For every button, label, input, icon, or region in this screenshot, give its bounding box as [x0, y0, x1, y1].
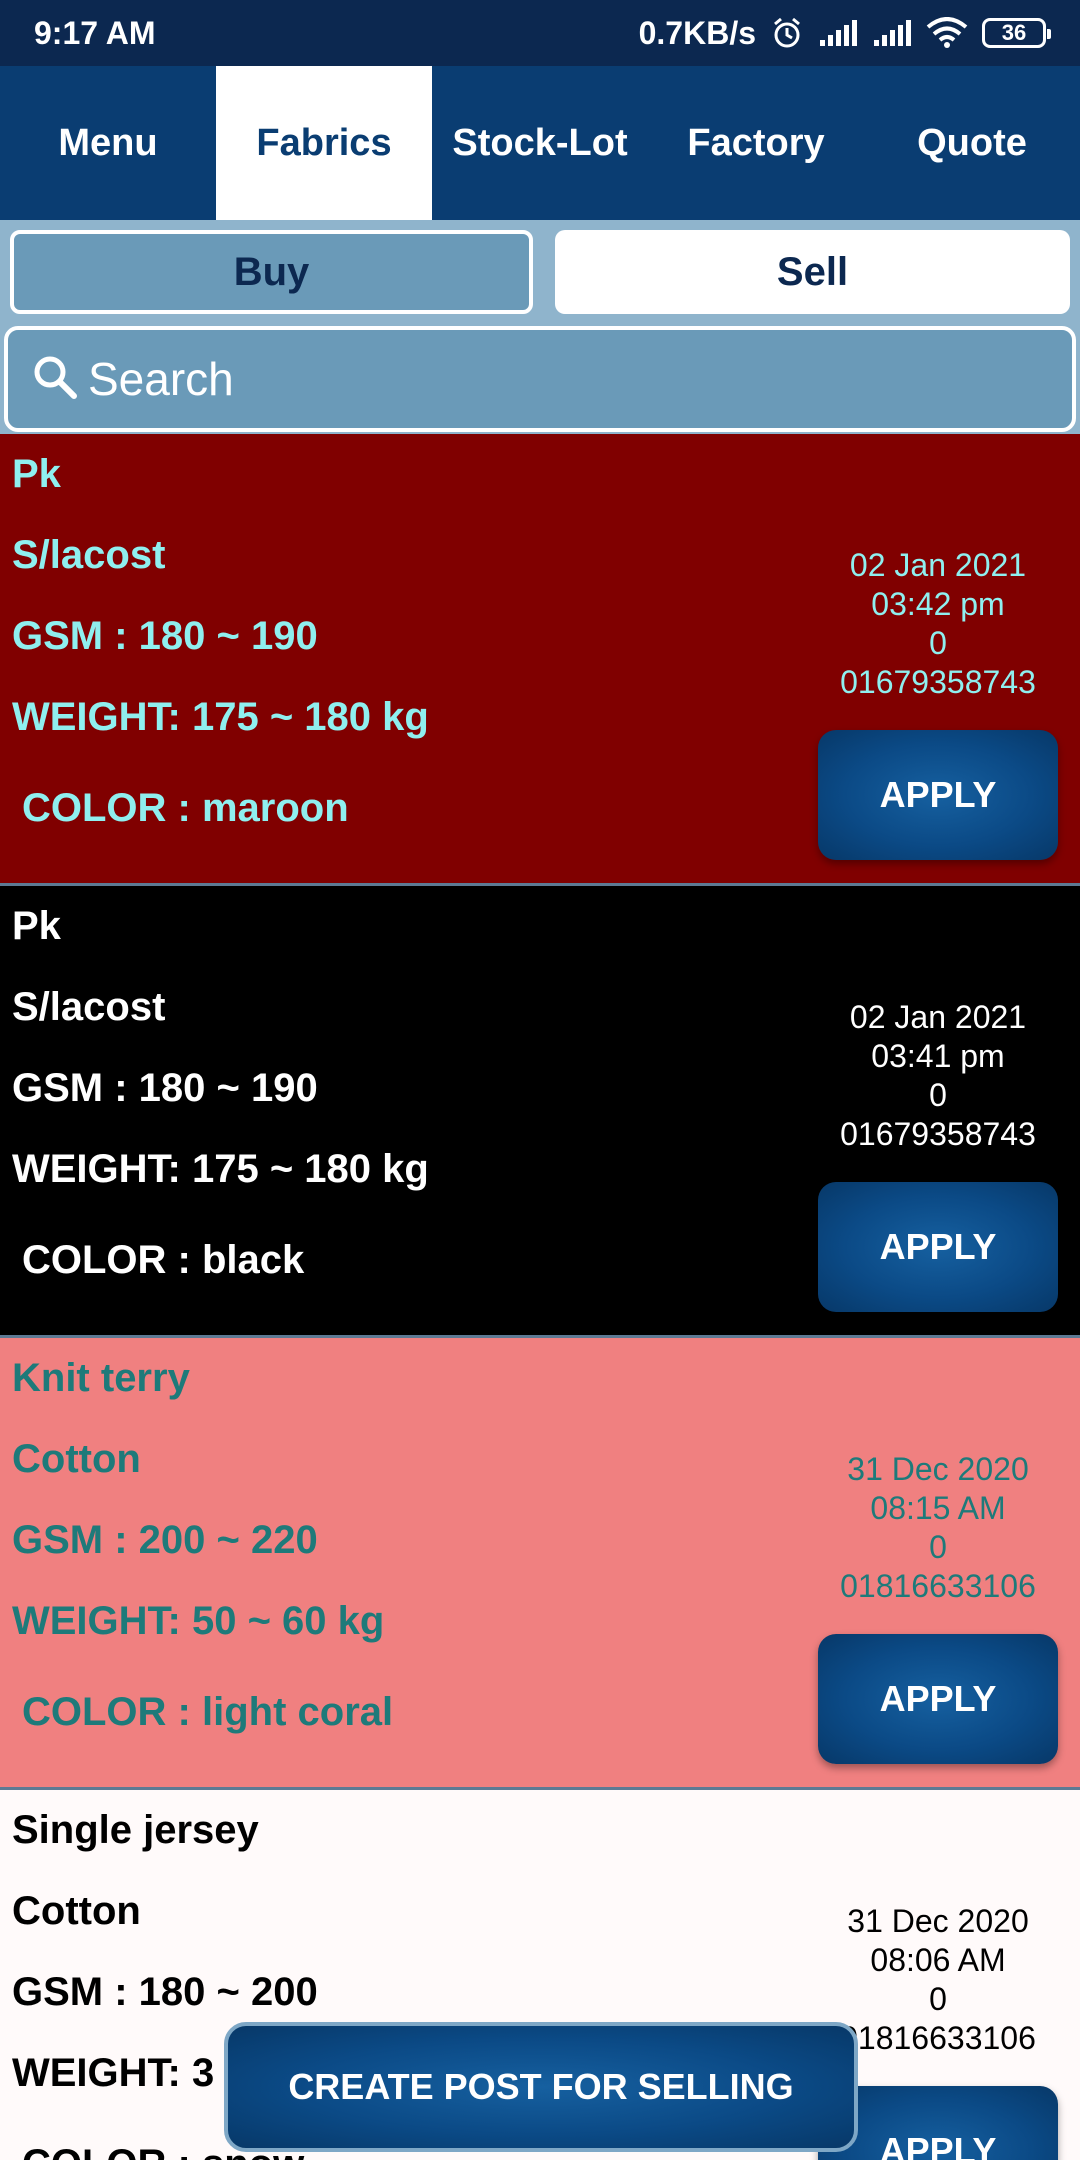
- post-date: 31 Dec 2020: [847, 1903, 1029, 1939]
- post-type: Knit terry: [12, 1356, 190, 1400]
- net-speed: 0.7KB/s: [638, 14, 756, 51]
- post-date: 31 Dec 2020: [847, 1451, 1029, 1487]
- tab-quote[interactable]: Quote: [864, 66, 1080, 220]
- post-gsm: GSM : 180 ~ 190: [12, 614, 318, 658]
- list-item[interactable]: Pk S/lacost GSM : 180 ~ 190 WEIGHT: 175 …: [0, 886, 1080, 1338]
- post-phone: 01816633106: [840, 2020, 1036, 2056]
- post-color: COLOR : maroon: [22, 786, 349, 830]
- search-icon: [30, 352, 80, 407]
- status-time: 9:17 AM: [34, 14, 156, 51]
- post-date: 02 Jan 2021: [849, 547, 1027, 583]
- tab-menu[interactable]: Menu: [0, 66, 216, 220]
- sell-button[interactable]: Sell: [555, 230, 1070, 314]
- post-gsm: GSM : 180 ~ 190: [12, 1066, 318, 1110]
- apply-button[interactable]: APPLY: [818, 1634, 1058, 1764]
- tab-label: Fabrics: [256, 121, 392, 164]
- post-count: 0: [929, 1981, 947, 2017]
- status-icons: 0.7KB/s 36: [638, 14, 1051, 52]
- post-meta: 02 Jan 2021 03:42 pm 0 01679358743 APPLY: [818, 546, 1058, 860]
- post-meta: 02 Jan 2021 03:41 pm 0 01679358743 APPLY: [818, 998, 1058, 1312]
- post-count: 0: [929, 625, 947, 661]
- status-bar: 9:17 AM 0.7KB/s 36: [0, 0, 1080, 66]
- post-fabric: S/lacost: [12, 985, 166, 1029]
- post-type: Pk: [12, 904, 61, 948]
- signal-icon: [818, 18, 858, 48]
- post-details: Pk S/lacost GSM : 180 ~ 190 WEIGHT: 175 …: [12, 434, 429, 858]
- battery-icon: 36: [982, 18, 1051, 48]
- post-time: 03:42 pm: [871, 586, 1005, 622]
- post-fabric: Cotton: [12, 1437, 141, 1481]
- signal-icon: [872, 18, 912, 48]
- post-phone: 01679358743: [840, 1116, 1036, 1152]
- post-type: Pk: [12, 452, 61, 496]
- alarm-icon: [770, 16, 804, 50]
- post-weight: WEIGHT: 175 ~ 180 kg: [12, 695, 429, 739]
- apply-button[interactable]: APPLY: [818, 1182, 1058, 1312]
- tab-label: Menu: [58, 121, 158, 164]
- post-gsm: GSM : 200 ~ 220: [12, 1518, 318, 1562]
- post-time: 08:06 AM: [870, 1942, 1006, 1978]
- post-phone: 01679358743: [840, 664, 1036, 700]
- post-count: 0: [929, 1529, 947, 1565]
- buy-button[interactable]: Buy: [10, 230, 533, 314]
- post-phone: 01816633106: [840, 1568, 1036, 1604]
- search-input[interactable]: Search: [4, 326, 1076, 432]
- tab-factory[interactable]: Factory: [648, 66, 864, 220]
- tab-stock-lot[interactable]: Stock-Lot: [432, 66, 648, 220]
- post-color: COLOR : light coral: [22, 1690, 394, 1734]
- buy-sell-toggle: Buy Sell: [0, 220, 1080, 324]
- post-color: COLOR : black: [22, 1238, 305, 1282]
- post-meta: 31 Dec 2020 08:15 AM 0 01816633106 APPLY: [818, 1450, 1058, 1764]
- post-list: Pk S/lacost GSM : 180 ~ 190 WEIGHT: 175 …: [0, 434, 1080, 2160]
- main-tab-bar: Menu Fabrics Stock-Lot Factory Quote: [0, 66, 1080, 220]
- post-weight: WEIGHT: 175 ~ 180 kg: [12, 1147, 429, 1191]
- tab-fabrics[interactable]: Fabrics: [216, 66, 432, 220]
- battery-level: 36: [1001, 20, 1027, 45]
- post-time: 08:15 AM: [870, 1490, 1006, 1526]
- post-fabric: S/lacost: [12, 533, 166, 577]
- search-bar-container: Search: [0, 324, 1080, 434]
- tab-label: Quote: [917, 121, 1027, 164]
- post-count: 0: [929, 1077, 947, 1113]
- post-details: Knit terry Cotton GSM : 200 ~ 220 WEIGHT…: [12, 1338, 393, 1762]
- post-time: 03:41 pm: [871, 1038, 1005, 1074]
- post-date: 02 Jan 2021: [849, 999, 1027, 1035]
- tab-label: Stock-Lot: [452, 121, 628, 164]
- list-item[interactable]: Knit terry Cotton GSM : 200 ~ 220 WEIGHT…: [0, 1338, 1080, 1790]
- post-weight: WEIGHT: 50 ~ 60 kg: [12, 1599, 385, 1643]
- post-details: Pk S/lacost GSM : 180 ~ 190 WEIGHT: 175 …: [12, 886, 429, 1310]
- post-type: Single jersey: [12, 1808, 259, 1852]
- apply-button[interactable]: APPLY: [818, 730, 1058, 860]
- post-fabric: Cotton: [12, 1889, 141, 1933]
- wifi-icon: [926, 17, 968, 49]
- post-gsm: GSM : 180 ~ 200: [12, 1970, 318, 2014]
- tab-label: Factory: [687, 121, 825, 164]
- list-item[interactable]: Pk S/lacost GSM : 180 ~ 190 WEIGHT: 175 …: [0, 434, 1080, 886]
- create-post-button[interactable]: CREATE POST FOR SELLING: [224, 2022, 858, 2152]
- search-placeholder: Search: [88, 353, 234, 405]
